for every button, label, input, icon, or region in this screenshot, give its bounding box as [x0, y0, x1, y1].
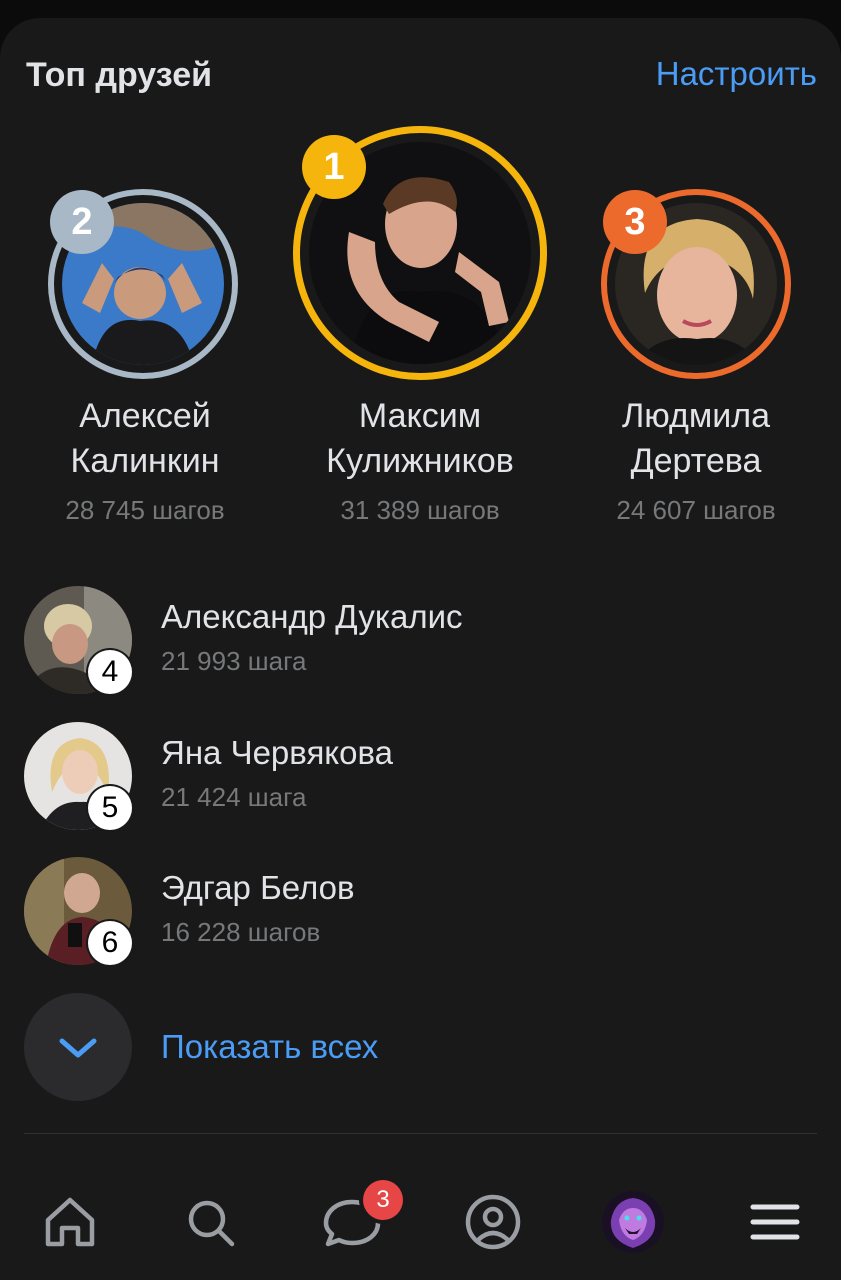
rank-badge: 4 — [88, 650, 132, 694]
tab-profile[interactable] — [461, 1190, 525, 1254]
list-item[interactable]: 4 Александр Дукалис 21 993 шага — [24, 586, 824, 696]
hamburger-menu-icon — [750, 1204, 800, 1240]
friend-name: Яна Червякова — [161, 734, 393, 771]
rank-badge: 5 — [88, 786, 132, 830]
friend-name: Эдгар Белов — [161, 869, 355, 906]
steps-count: 21 424 шага — [161, 782, 307, 812]
tab-search[interactable] — [178, 1190, 242, 1254]
chevron-down-icon — [59, 1038, 97, 1058]
rank-badge: 1 — [302, 135, 366, 199]
rank-badge: 3 — [603, 190, 667, 254]
steps-count: 28 745 шагов — [65, 495, 225, 525]
configure-link[interactable]: Настроить — [656, 55, 817, 93]
divider — [24, 1133, 817, 1134]
lion-avatar-icon — [602, 1191, 664, 1253]
home-icon — [45, 1197, 95, 1247]
list-item[interactable]: 5 Яна Червякова 21 424 шага — [24, 722, 824, 832]
list-item[interactable]: 6 Эдгар Белов 16 228 шагов — [24, 857, 824, 967]
steps-count: 31 389 шагов — [340, 495, 500, 525]
tab-menu[interactable] — [743, 1190, 807, 1254]
steps-count: 21 993 шага — [161, 646, 307, 676]
bottom-tab-bar: 3 — [0, 1162, 841, 1280]
search-icon — [188, 1200, 235, 1247]
tab-services[interactable] — [601, 1190, 665, 1254]
rank-badge: 6 — [88, 921, 132, 965]
friend-name: Александр Дукалис — [161, 598, 463, 635]
friend-name: Людмила Дертева — [621, 397, 771, 480]
unread-badge: 3 — [363, 1180, 403, 1220]
tab-home[interactable] — [38, 1190, 102, 1254]
steps-count: 16 228 шагов — [161, 917, 321, 947]
friend-name: Максим Кулижников — [326, 397, 514, 480]
steps-count: 24 607 шагов — [616, 495, 776, 525]
friend-name: Алексей Калинкин — [70, 397, 220, 480]
page-title: Топ друзей — [26, 56, 213, 94]
show-all-button[interactable] — [24, 993, 132, 1101]
show-all-link[interactable]: Показать всех — [161, 1028, 378, 1066]
user-circle-icon — [465, 1194, 521, 1250]
rank-badge: 2 — [50, 190, 114, 254]
